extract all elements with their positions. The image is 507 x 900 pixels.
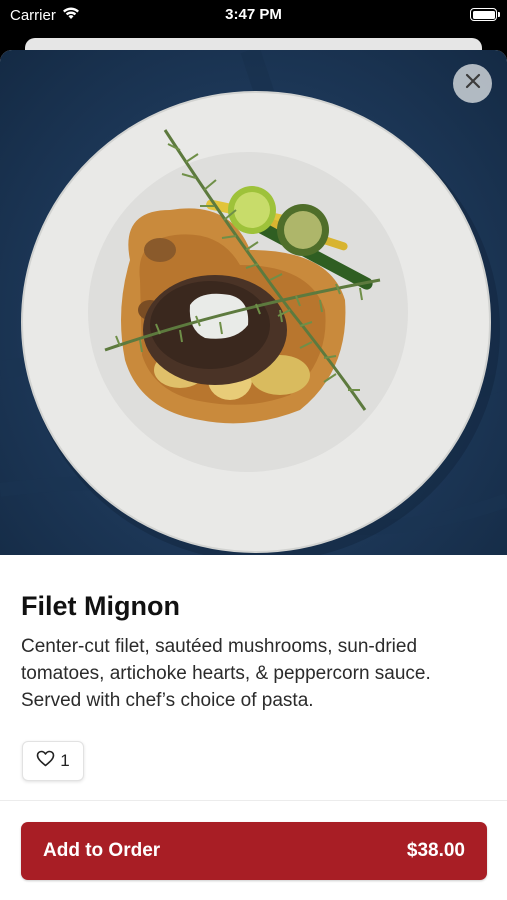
close-button[interactable]: [453, 64, 492, 103]
dish-photo: [0, 50, 507, 555]
divider: [0, 800, 507, 801]
order-price: $38.00: [406, 840, 465, 861]
item-description: Center-cut filet, sautéed mushrooms, sun…: [21, 636, 431, 711]
add-to-order-label: Add to Order: [43, 840, 161, 861]
heart-icon: [36, 750, 55, 772]
close-icon: [465, 73, 481, 94]
item-detail-sheet: Filet Mignon Center-cut filet, sautéed m…: [0, 50, 507, 900]
item-title: Filet Mignon: [21, 591, 180, 621]
status-bar: Carrier 3:47 PM: [0, 0, 507, 34]
add-to-order-button[interactable]: Add to Order $38.00: [21, 822, 487, 880]
status-time: 3:47 PM: [225, 6, 282, 23]
like-button[interactable]: 1: [22, 741, 84, 781]
battery-icon: [470, 8, 500, 21]
like-count: 1: [60, 751, 70, 770]
dish-illustration: [0, 50, 507, 555]
